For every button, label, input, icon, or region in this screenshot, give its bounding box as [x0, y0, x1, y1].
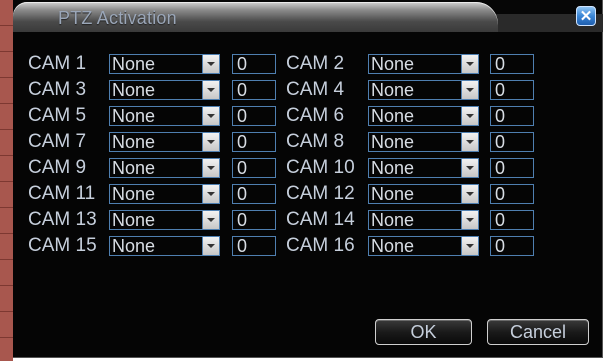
- chevron-down-icon[interactable]: [461, 107, 478, 125]
- chevron-down-icon[interactable]: [202, 81, 219, 99]
- ptz-protocol-select[interactable]: None: [109, 132, 220, 152]
- background-window-edge: [0, 0, 13, 361]
- ptz-address-input[interactable]: 0: [232, 184, 276, 204]
- select-value: None: [371, 106, 415, 126]
- cam-label: CAM 10: [286, 157, 355, 178]
- ptz-address-input[interactable]: 0: [232, 210, 276, 230]
- ptz-address-input[interactable]: 0: [232, 158, 276, 178]
- cam-label: CAM 14: [286, 209, 355, 230]
- ptz-address-input[interactable]: 0: [232, 54, 276, 74]
- cam-label: CAM 15: [28, 235, 97, 256]
- select-value: None: [112, 184, 156, 204]
- ptz-address-input[interactable]: 0: [232, 132, 276, 152]
- select-value: None: [112, 80, 156, 100]
- ptz-protocol-select[interactable]: None: [368, 54, 479, 74]
- chevron-down-icon[interactable]: [202, 107, 219, 125]
- ptz-protocol-select[interactable]: None: [368, 132, 479, 152]
- ptz-protocol-select[interactable]: None: [109, 54, 220, 74]
- ptz-protocol-select[interactable]: None: [109, 158, 220, 178]
- ptz-protocol-select[interactable]: None: [109, 184, 220, 204]
- cam-label: CAM 6: [286, 105, 345, 126]
- select-value: None: [112, 132, 156, 152]
- title-bar[interactable]: PTZ Activation: [13, 2, 498, 32]
- ptz-protocol-select[interactable]: None: [368, 158, 479, 178]
- ptz-protocol-select[interactable]: None: [368, 210, 479, 230]
- ptz-activation-dialog: PTZ Activation ✕ CAM 1 None 0 CAM 2 None 0 CAM…: [13, 0, 603, 358]
- cam-label: CAM 3: [28, 79, 87, 100]
- chevron-down-icon[interactable]: [202, 159, 219, 177]
- ptz-protocol-select[interactable]: None: [368, 106, 479, 126]
- cam-label: CAM 12: [286, 183, 355, 204]
- ptz-protocol-select[interactable]: None: [109, 210, 220, 230]
- cam-label: CAM 1: [28, 53, 87, 74]
- cam-label: CAM 8: [286, 131, 345, 152]
- cancel-button[interactable]: Cancel: [487, 319, 589, 345]
- ptz-protocol-select[interactable]: None: [368, 236, 479, 256]
- select-value: None: [371, 132, 415, 152]
- select-value: None: [112, 158, 156, 178]
- ptz-address-input[interactable]: 0: [490, 210, 534, 230]
- ptz-address-input[interactable]: 0: [232, 106, 276, 126]
- ptz-address-input[interactable]: 0: [232, 236, 276, 256]
- chevron-down-icon[interactable]: [461, 55, 478, 73]
- chevron-down-icon[interactable]: [202, 55, 219, 73]
- select-value: None: [112, 210, 156, 230]
- ptz-address-input[interactable]: 0: [490, 236, 534, 256]
- select-value: None: [371, 158, 415, 178]
- ptz-protocol-select[interactable]: None: [109, 236, 220, 256]
- ptz-address-input[interactable]: 0: [490, 80, 534, 100]
- select-value: None: [371, 184, 415, 204]
- chevron-down-icon[interactable]: [461, 211, 478, 229]
- camera-grid: CAM 1 None 0 CAM 2 None 0 CAM 3 None 0 CAM 4 None 0…: [13, 32, 601, 357]
- chevron-down-icon[interactable]: [461, 237, 478, 255]
- select-value: None: [371, 80, 415, 100]
- chevron-down-icon[interactable]: [461, 185, 478, 203]
- chevron-down-icon[interactable]: [461, 159, 478, 177]
- select-value: None: [371, 54, 415, 74]
- ptz-address-input[interactable]: 0: [490, 54, 534, 74]
- cam-label: CAM 4: [286, 79, 345, 100]
- chevron-down-icon[interactable]: [202, 133, 219, 151]
- dialog-title: PTZ Activation: [58, 8, 177, 28]
- ok-button[interactable]: OK: [375, 319, 472, 345]
- select-value: None: [112, 236, 156, 256]
- chevron-down-icon[interactable]: [202, 185, 219, 203]
- ptz-protocol-select[interactable]: None: [109, 106, 220, 126]
- ptz-address-input[interactable]: 0: [490, 184, 534, 204]
- ptz-protocol-select[interactable]: None: [109, 80, 220, 100]
- ptz-protocol-select[interactable]: None: [368, 184, 479, 204]
- select-value: None: [112, 54, 156, 74]
- ptz-address-input[interactable]: 0: [490, 106, 534, 126]
- close-icon[interactable]: ✕: [576, 6, 596, 26]
- select-value: None: [371, 210, 415, 230]
- ptz-address-input[interactable]: 0: [490, 158, 534, 178]
- cam-label: CAM 9: [28, 157, 87, 178]
- cam-label: CAM 5: [28, 105, 87, 126]
- ptz-protocol-select[interactable]: None: [368, 80, 479, 100]
- select-value: None: [112, 106, 156, 126]
- cam-label: CAM 2: [286, 53, 345, 74]
- chevron-down-icon[interactable]: [202, 237, 219, 255]
- chevron-down-icon[interactable]: [461, 81, 478, 99]
- select-value: None: [371, 236, 415, 256]
- ptz-address-input[interactable]: 0: [490, 132, 534, 152]
- chevron-down-icon[interactable]: [202, 211, 219, 229]
- cam-label: CAM 16: [286, 235, 355, 256]
- chevron-down-icon[interactable]: [461, 133, 478, 151]
- cam-label: CAM 7: [28, 131, 87, 152]
- ptz-address-input[interactable]: 0: [232, 80, 276, 100]
- cam-label: CAM 11: [28, 183, 96, 204]
- cam-label: CAM 13: [28, 209, 97, 230]
